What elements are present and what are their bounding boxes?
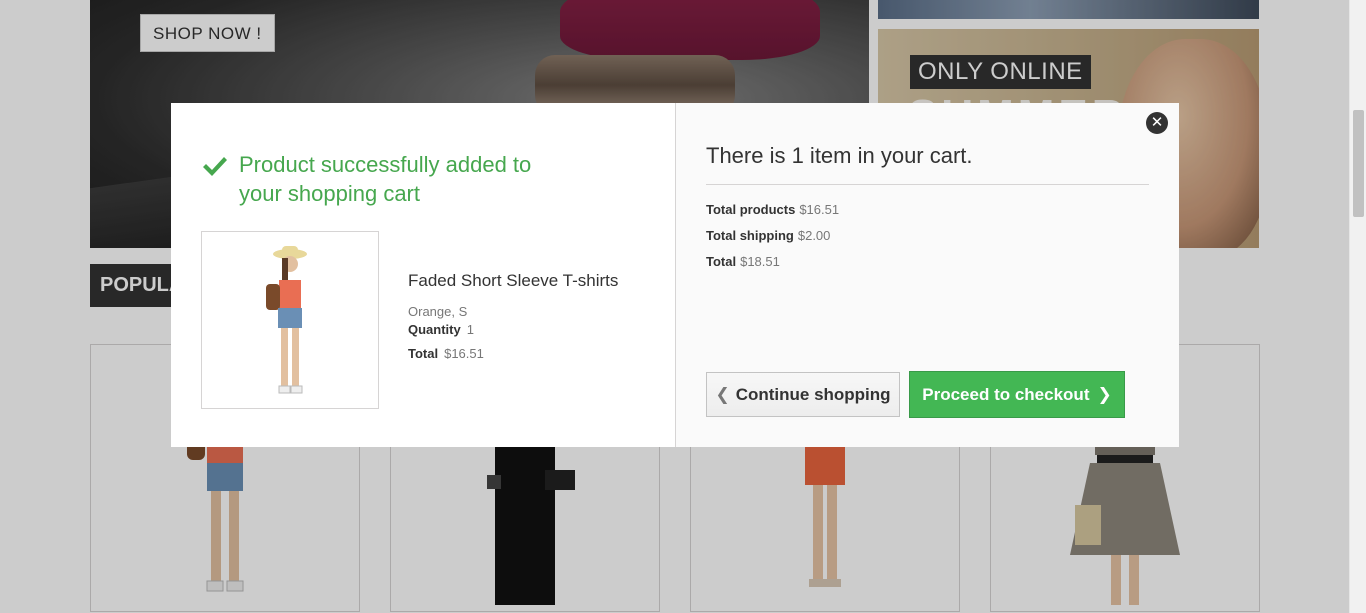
chevron-right-icon: ❯ — [1097, 384, 1112, 404]
close-icon[interactable]: ✕ — [1146, 112, 1168, 134]
total-products-value: $16.51 — [799, 202, 840, 217]
cart-total-label: Total — [706, 254, 737, 269]
scrollbar-thumb[interactable] — [1353, 110, 1364, 217]
total-shipping-label: Total shipping — [706, 228, 794, 243]
total-products-row: Total products $16.51 — [706, 202, 839, 217]
product-total: Total $16.51 — [408, 346, 618, 361]
product-name: Faded Short Sleeve T-shirts — [408, 271, 619, 290]
proceed-to-checkout-button[interactable]: Proceed to checkout ❯ — [909, 371, 1125, 418]
quantity-value: 1 — [466, 322, 474, 337]
cart-totals: Total products $16.51 Total shipping $2.00… — [706, 202, 839, 280]
cart-divider — [706, 184, 1149, 185]
add-to-cart-modal: Product successfully added to your shopp… — [171, 103, 1179, 447]
chevron-left-icon: ❮ — [715, 384, 730, 404]
checkmark-icon — [203, 157, 227, 176]
product-attributes: Orange, S — [408, 304, 468, 319]
product-total-value: $16.51 — [444, 346, 484, 361]
cart-summary-title: There is 1 item in your cart. — [706, 143, 973, 168]
product-total-label: Total — [408, 346, 439, 361]
total-products-label: Total products — [706, 202, 796, 217]
proceed-to-checkout-label: Proceed to checkout — [922, 384, 1090, 404]
modal-cart-panel: There is 1 item in your cart. Total prod… — [675, 103, 1179, 447]
total-shipping-value: $2.00 — [797, 228, 831, 243]
modal-product-panel: Product successfully added to your shopp… — [171, 103, 675, 447]
page-scrollbar[interactable] — [1349, 0, 1366, 613]
product-image — [266, 246, 307, 394]
product-details: Faded Short Sleeve T-shirts Orange, S Qu… — [408, 271, 618, 370]
success-message: Product successfully added to your shopp… — [201, 150, 569, 208]
quantity-label: Quantity — [408, 322, 461, 337]
success-text: Product successfully added to your shopp… — [239, 152, 532, 206]
cart-total-row: Total $18.51 — [706, 254, 839, 269]
continue-shopping-button[interactable]: ❮ Continue shopping — [706, 372, 900, 417]
continue-shopping-label: Continue shopping — [735, 384, 891, 404]
product-thumbnail — [201, 231, 379, 409]
total-shipping-row: Total shipping $2.00 — [706, 228, 839, 243]
cart-total-value: $18.51 — [740, 254, 780, 269]
product-quantity: Quantity 1 — [408, 322, 618, 337]
